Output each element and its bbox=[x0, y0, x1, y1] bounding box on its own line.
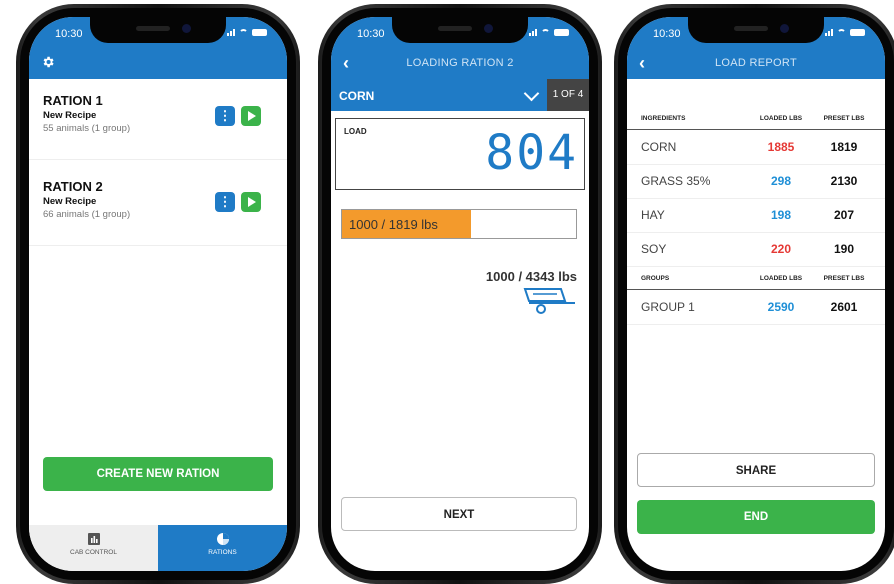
ration-title: RATION 2 bbox=[43, 179, 103, 194]
ration-options-button[interactable]: ⋮ bbox=[215, 192, 235, 212]
row-loaded: 198 bbox=[770, 208, 792, 222]
status-time: 10:30 bbox=[55, 28, 83, 40]
pie-chart-icon bbox=[216, 533, 229, 545]
tab-rations[interactable]: RATIONS bbox=[158, 525, 287, 571]
groups-header: GROUPS LOADED LBS PRESET LBS bbox=[627, 267, 885, 290]
wifi-icon bbox=[239, 29, 248, 36]
ration-start-button[interactable] bbox=[241, 106, 261, 126]
screen-title: LOADING RATION 2 bbox=[406, 57, 514, 69]
ration-card-1[interactable]: RATION 1 New Recipe 55 animals (1 group)… bbox=[29, 79, 287, 160]
table-row: GRASS 35% 298 2130 bbox=[627, 164, 885, 199]
row-name: GRASS 35% bbox=[641, 174, 711, 188]
nav-bar bbox=[29, 47, 287, 79]
system-icons bbox=[825, 29, 865, 36]
total-load-text: 1000 / 4343 lbs bbox=[485, 269, 577, 284]
tab-label: RATIONS bbox=[208, 549, 237, 556]
screen-title: LOAD REPORT bbox=[715, 57, 797, 69]
row-preset: 1819 bbox=[830, 140, 858, 154]
ration-animals: 66 animals (1 group) bbox=[43, 209, 131, 220]
ingredient-progress-bar: 1000 / 1819 lbs bbox=[341, 209, 577, 239]
tab-label: CAB CONTROL bbox=[70, 549, 117, 556]
ration-start-button[interactable] bbox=[241, 192, 261, 212]
row-loaded: 1885 bbox=[767, 140, 795, 154]
row-name: CORN bbox=[641, 140, 677, 154]
row-loaded: 298 bbox=[770, 174, 792, 188]
load-report-screen: 10:30 ‹ LOAD REPORT INGREDIENTS LOADED L… bbox=[627, 17, 885, 571]
row-preset: 190 bbox=[833, 242, 855, 256]
ration-animals: 55 animals (1 group) bbox=[43, 123, 131, 134]
create-new-ration-button[interactable]: CREATE NEW RATION bbox=[43, 457, 273, 491]
col-preset: PRESET LBS bbox=[823, 115, 865, 122]
table-row: SOY 220 190 bbox=[627, 232, 885, 267]
ration-title: RATION 1 bbox=[43, 93, 103, 108]
row-name: GROUP 1 bbox=[641, 300, 695, 314]
status-time: 10:30 bbox=[357, 28, 385, 40]
notch bbox=[688, 17, 824, 43]
table-row: HAY 198 207 bbox=[627, 198, 885, 233]
nav-bar: ‹ LOAD REPORT bbox=[627, 47, 885, 79]
table-row: CORN 1885 1819 bbox=[627, 130, 885, 165]
wifi-icon bbox=[541, 29, 550, 36]
col-loaded: LOADED LBS bbox=[759, 275, 803, 282]
step-counter: 1 OF 4 bbox=[547, 79, 589, 111]
end-button[interactable]: END bbox=[637, 500, 875, 534]
bar-chart-icon bbox=[87, 533, 100, 545]
battery-icon bbox=[850, 29, 865, 36]
tab-bar: CAB CONTROL RATIONS bbox=[29, 525, 287, 571]
notch bbox=[90, 17, 226, 43]
col-preset: PRESET LBS bbox=[823, 275, 865, 282]
table-row: GROUP 1 2590 2601 bbox=[627, 290, 885, 325]
next-button[interactable]: NEXT bbox=[341, 497, 577, 531]
rations-screen: 10:30 RATION 1 New Recipe 55 animals (1 … bbox=[29, 17, 287, 571]
battery-icon bbox=[554, 29, 569, 36]
phone-frame-report: 10:30 ‹ LOAD REPORT INGREDIENTS LOADED L… bbox=[614, 4, 894, 584]
chevron-down-icon[interactable] bbox=[523, 85, 540, 102]
row-loaded: 220 bbox=[770, 242, 792, 256]
system-icons bbox=[227, 29, 267, 36]
ration-recipe: New Recipe bbox=[43, 196, 97, 207]
row-preset: 207 bbox=[833, 208, 855, 222]
ration-options-button[interactable]: ⋮ bbox=[215, 106, 235, 126]
load-value: 804 bbox=[485, 125, 578, 181]
tab-cab-control[interactable]: CAB CONTROL bbox=[29, 525, 158, 571]
status-time: 10:30 bbox=[653, 28, 681, 40]
trailer-icon bbox=[523, 288, 575, 314]
share-button[interactable]: SHARE bbox=[637, 453, 875, 487]
phone-frame-loading: 10:30 ‹ LOADING RATION 2 CORN 1 OF 4 LOA… bbox=[318, 4, 602, 584]
signal-icon bbox=[227, 29, 235, 36]
ration-recipe: New Recipe bbox=[43, 110, 97, 121]
row-name: SOY bbox=[641, 242, 667, 256]
row-preset: 2601 bbox=[830, 300, 858, 314]
signal-icon bbox=[529, 29, 537, 36]
col-name: INGREDIENTS bbox=[641, 115, 686, 122]
phone-frame-rations: 10:30 RATION 1 New Recipe 55 animals (1 … bbox=[16, 4, 300, 584]
col-loaded: LOADED LBS bbox=[759, 115, 803, 122]
loading-screen: 10:30 ‹ LOADING RATION 2 CORN 1 OF 4 LOA… bbox=[331, 17, 589, 571]
col-name: GROUPS bbox=[641, 275, 670, 282]
signal-icon bbox=[825, 29, 833, 36]
row-preset: 2130 bbox=[830, 174, 858, 188]
load-label: LOAD bbox=[344, 127, 367, 136]
notch bbox=[392, 17, 528, 43]
ration-card-2[interactable]: RATION 2 New Recipe 66 animals (1 group)… bbox=[29, 165, 287, 246]
gear-icon[interactable] bbox=[41, 55, 55, 69]
ingredient-selector[interactable]: CORN 1 OF 4 bbox=[331, 79, 589, 111]
ingredients-header: INGREDIENTS LOADED LBS PRESET LBS bbox=[627, 107, 885, 130]
wifi-icon bbox=[837, 29, 846, 36]
battery-icon bbox=[252, 29, 267, 36]
row-name: HAY bbox=[641, 208, 665, 222]
nav-bar: ‹ LOADING RATION 2 bbox=[331, 47, 589, 79]
system-icons bbox=[529, 29, 569, 36]
load-display: LOAD 804 bbox=[335, 118, 585, 190]
ingredient-name: CORN bbox=[339, 89, 375, 103]
row-loaded: 2590 bbox=[767, 300, 795, 314]
progress-text: 1000 / 1819 lbs bbox=[349, 217, 438, 232]
